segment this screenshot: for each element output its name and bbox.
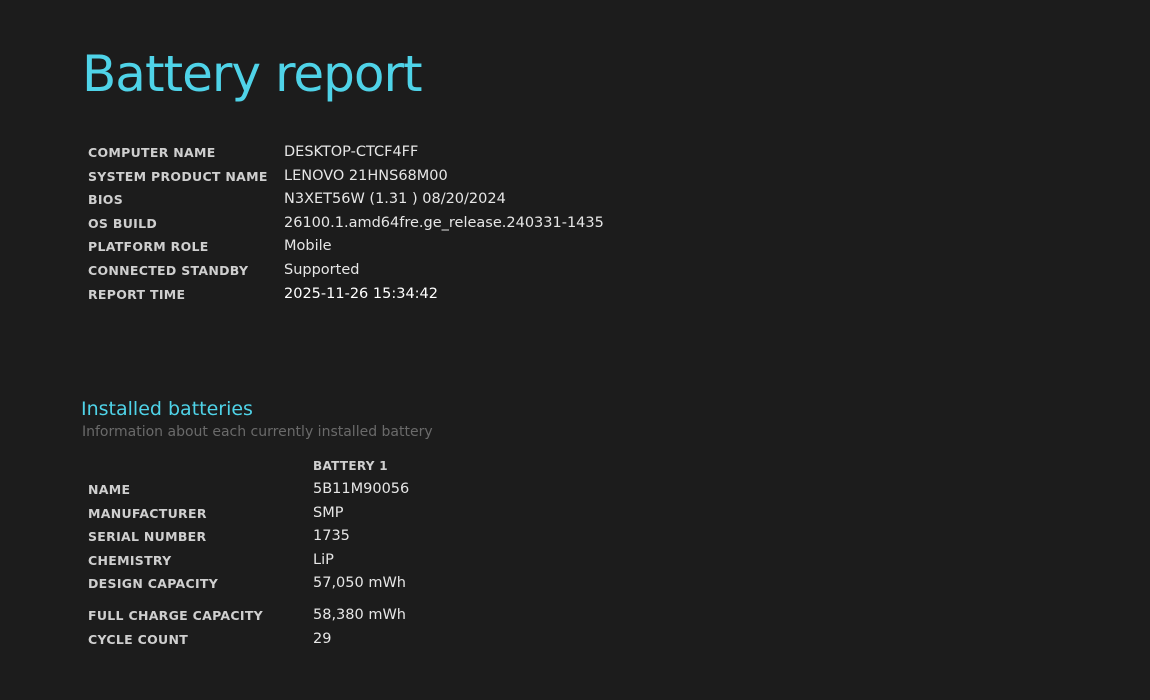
battery-label: FULL CHARGE CAPACITY (88, 607, 263, 623)
installed-batteries-heading: Installed batteries (81, 398, 253, 420)
installed-batteries-subtitle: Information about each currently install… (82, 424, 433, 440)
info-label: SYSTEM PRODUCT NAME (88, 168, 268, 184)
battery-value: SMP (313, 504, 344, 521)
battery-value: LiP (313, 551, 334, 568)
info-value: 2025-11-26 15:34:42 (284, 285, 438, 302)
battery-value: 29 (313, 630, 332, 647)
battery-label: DESIGN CAPACITY (88, 576, 219, 592)
info-label: PLATFORM ROLE (88, 239, 209, 255)
battery-value: 1735 (313, 528, 350, 545)
battery-value: 57,050 mWh (313, 575, 406, 592)
battery-label: CHEMISTRY (88, 552, 172, 568)
info-label: COMPUTER NAME (88, 145, 216, 160)
battery-value: 58,380 mWh (313, 606, 406, 623)
info-value: LENOVO 21HNS68M00 (284, 167, 448, 184)
info-label: OS BUILD (88, 215, 158, 231)
info-label: REPORT TIME (88, 286, 186, 302)
battery-label: MANUFACTURER (88, 505, 207, 521)
info-value: N3XET56W (1.31 ) 08/20/2024 (284, 191, 506, 208)
info-label: BIOS (88, 192, 124, 208)
battery-label: SERIAL NUMBER (88, 529, 207, 545)
info-value: DESKTOP-CTCF4FF (284, 144, 419, 160)
page-title: Battery report (82, 45, 423, 103)
battery-label: NAME (88, 482, 131, 497)
info-value: Mobile (284, 238, 332, 255)
info-value: 26100.1.amd64fre.ge_release.240331-1435 (284, 214, 604, 231)
battery-column-header: BATTERY 1 (313, 459, 388, 473)
battery-label: CYCLE COUNT (88, 631, 189, 647)
info-value: Supported (284, 261, 360, 278)
battery-value: 5B11M90056 (313, 481, 410, 497)
info-label: CONNECTED STANDBY (88, 262, 249, 278)
